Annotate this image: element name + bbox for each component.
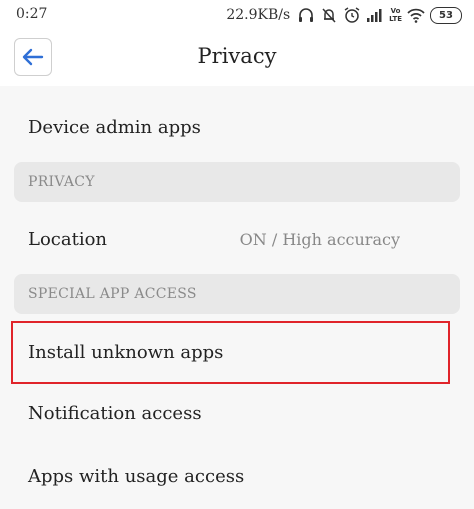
mute-bell-icon	[322, 8, 336, 23]
usage-access-label: Apps with usage access	[28, 465, 245, 487]
notification-access-item[interactable]: Notification access	[0, 384, 474, 442]
location-item[interactable]: Location ON / High accuracy	[0, 208, 474, 270]
device-admin-apps-label: Device admin apps	[28, 116, 201, 138]
selection-highlight	[11, 321, 450, 384]
battery-icon: 53	[430, 6, 462, 24]
status-time: 0:27	[16, 6, 48, 22]
screen: 0:27 22.9KB/s Vo LTE 53 Privacy Device a…	[0, 0, 474, 509]
status-bar: 0:27 22.9KB/s Vo LTE 53	[0, 0, 474, 30]
volte-line1: Vo	[390, 7, 401, 15]
usage-access-item[interactable]: Apps with usage access	[0, 446, 474, 506]
cellular-signal-icon	[367, 9, 382, 22]
notification-access-label: Notification access	[28, 402, 202, 424]
device-admin-apps-item[interactable]: Device admin apps	[0, 96, 474, 158]
status-icons: 22.9KB/s Vo LTE 53	[226, 4, 462, 26]
location-value: ON / High accuracy	[239, 229, 400, 249]
volte-line2: LTE	[389, 15, 402, 23]
privacy-section-header: PRIVACY	[14, 162, 460, 202]
wifi-icon	[407, 8, 425, 23]
title-bar: Privacy	[0, 30, 474, 86]
alarm-icon	[344, 7, 360, 23]
special-app-access-section-header: SPECIAL APP ACCESS	[14, 274, 460, 314]
privacy-section-label: PRIVACY	[28, 174, 95, 190]
page-title: Privacy	[197, 44, 277, 68]
special-app-access-label: SPECIAL APP ACCESS	[28, 286, 197, 302]
network-speed: 22.9KB/s	[226, 7, 291, 23]
volte-icon: Vo LTE	[389, 7, 402, 23]
headphones-icon	[299, 8, 314, 22]
location-label: Location	[28, 228, 108, 250]
